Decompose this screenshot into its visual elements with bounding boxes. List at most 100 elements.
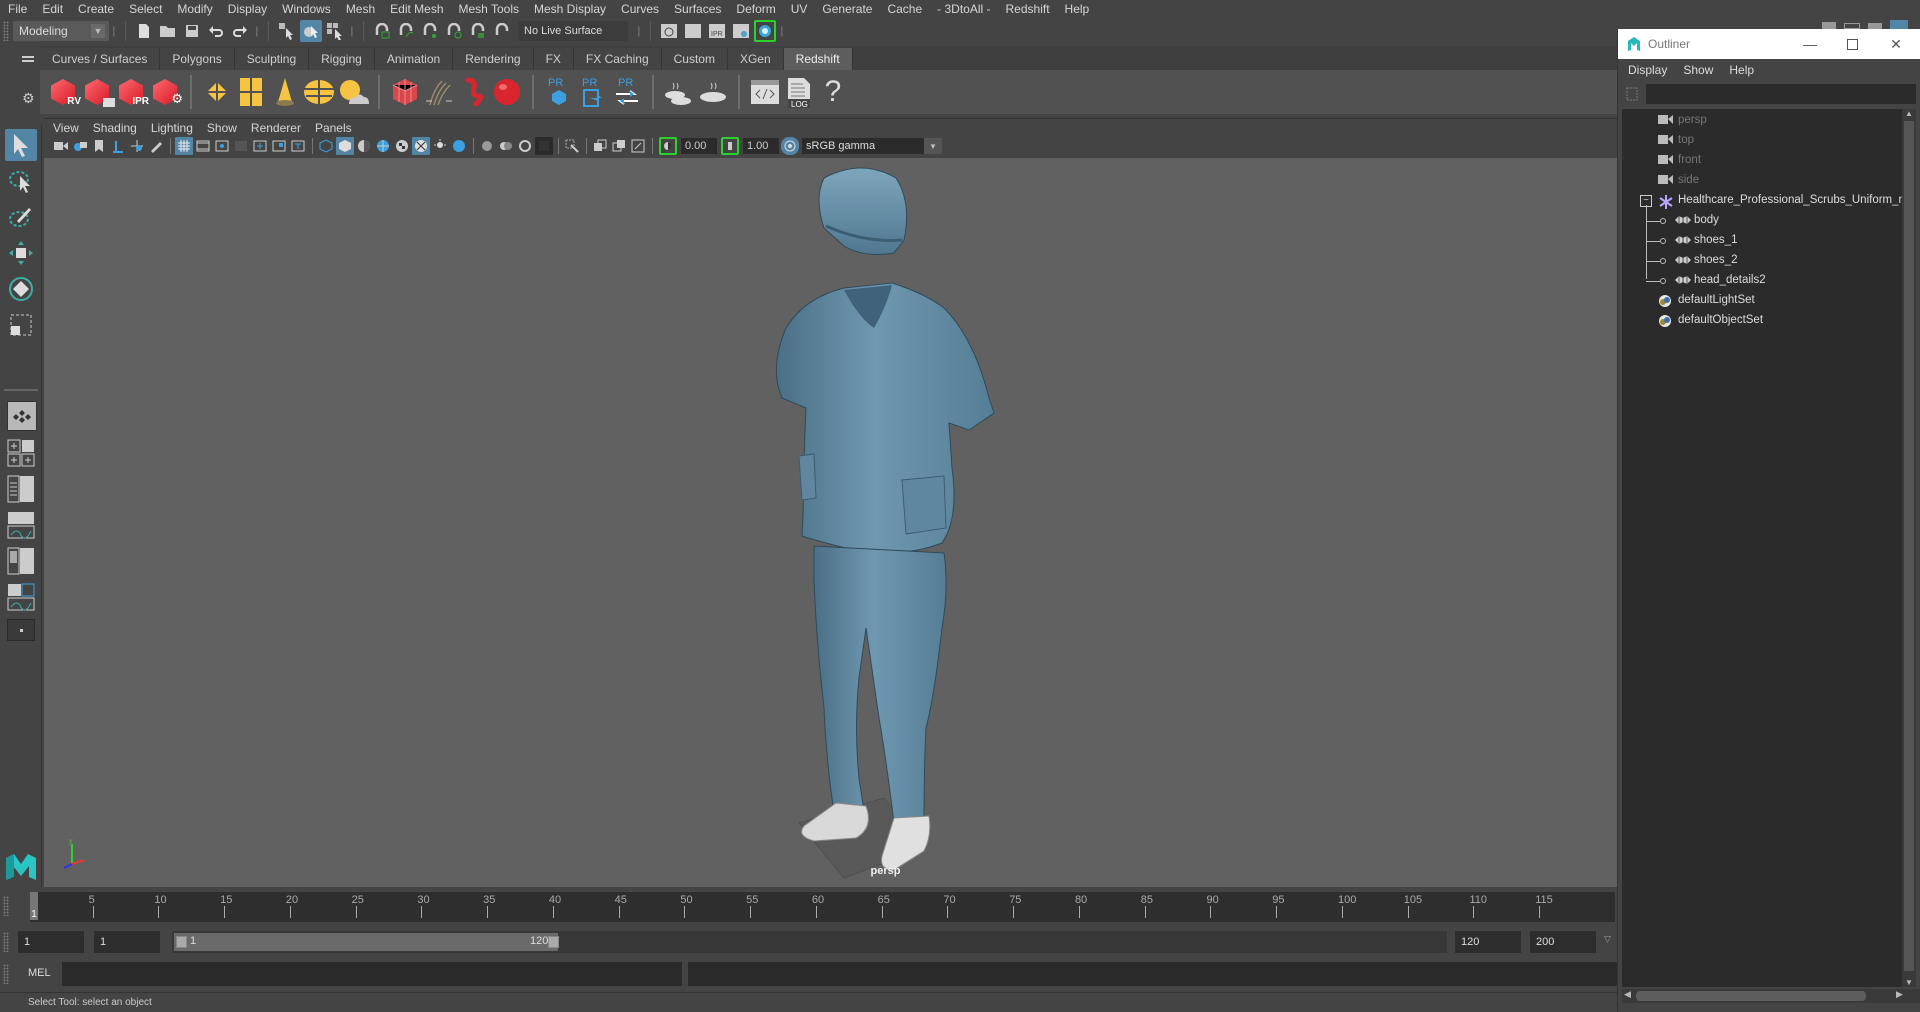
scrollbar-thumb[interactable]: [1904, 121, 1914, 971]
render-frame-button[interactable]: [682, 20, 704, 42]
scroll-left-icon[interactable]: ◀: [1624, 989, 1631, 1000]
render-settings-button[interactable]: [730, 20, 752, 42]
collapse-arrow-icon[interactable]: ❘: [777, 21, 787, 41]
scroll-down-icon[interactable]: ▼: [1905, 978, 1913, 987]
undo-button[interactable]: [205, 20, 227, 42]
select-camera-button[interactable]: [52, 137, 70, 155]
outliner-item-mesh[interactable]: shoes_1: [1622, 231, 1905, 251]
view-transform-dropdown[interactable]: sRGB gamma ▼: [802, 138, 942, 154]
time-ruler[interactable]: 1 5 10 15 20 25 30 35 40 45 50 55 60 65 70 75 80 85 90 95 1…: [30, 892, 1615, 922]
shelf-tab-fx[interactable]: FX: [533, 48, 574, 70]
color-management-button[interactable]: [781, 137, 799, 155]
playback-end-field[interactable]: 120: [1455, 931, 1521, 953]
shelf-dome-light-button[interactable]: [302, 73, 336, 111]
use-all-lights-button[interactable]: [412, 137, 430, 155]
animation-end-field[interactable]: 200: [1530, 931, 1596, 953]
menu-cache[interactable]: Cache: [887, 2, 922, 16]
motion-blur-button[interactable]: [478, 137, 496, 155]
collapse-arrow-icon[interactable]: ❘: [252, 21, 262, 41]
outliner-menu-display[interactable]: Display: [1628, 63, 1667, 77]
menu-file[interactable]: File: [8, 2, 27, 16]
outliner-item-camera[interactable]: persp: [1622, 111, 1905, 131]
outliner-item-camera[interactable]: top: [1622, 131, 1905, 151]
move-tool-button[interactable]: [5, 237, 37, 269]
gate-mask-button[interactable]: [232, 137, 250, 155]
shelf-pr-create-button[interactable]: PR: [542, 73, 576, 111]
snap-projected-center-button[interactable]: [443, 20, 465, 42]
shelf-bake-single-button[interactable]: [696, 73, 730, 111]
save-scene-button[interactable]: [181, 20, 203, 42]
outliner-item-set[interactable]: defaultLightSet: [1622, 291, 1905, 311]
snap-grid-button[interactable]: [371, 20, 393, 42]
xray-joints-button[interactable]: [591, 137, 609, 155]
shelf-tab-animation[interactable]: Animation: [374, 48, 454, 70]
outliner-menu-show[interactable]: Show: [1683, 63, 1713, 77]
custom-layout-button[interactable]: [7, 619, 35, 641]
outliner-horizontal-scrollbar[interactable]: ◀ ▶: [1622, 989, 1920, 1003]
shelf-render-sequence-button[interactable]: [80, 73, 115, 111]
menu-create[interactable]: Create: [78, 2, 114, 16]
perspective-viewport[interactable]: y persp: [44, 158, 1617, 887]
live-surface-field[interactable]: No Live Surface: [518, 21, 628, 41]
snap-view-plane-button[interactable]: [467, 20, 489, 42]
field-chart-button[interactable]: [251, 137, 269, 155]
outliner-item-mesh[interactable]: shoes_2: [1622, 251, 1905, 271]
persp-uv-layout-button[interactable]: [7, 583, 35, 611]
shelf-help-button[interactable]: ?: [816, 73, 850, 111]
scrollbar-thumb[interactable]: [1636, 991, 1866, 1001]
collapse-arrow-icon[interactable]: ❘: [634, 21, 644, 41]
menu-surfaces[interactable]: Surfaces: [674, 2, 721, 16]
shelf-sun-sky-button[interactable]: [336, 73, 370, 111]
menu-mesh[interactable]: Mesh: [346, 2, 375, 16]
menu-help[interactable]: Help: [1065, 2, 1090, 16]
gamma-toggle-button[interactable]: [721, 137, 739, 155]
chevron-down-icon[interactable]: ▽: [1604, 934, 1611, 945]
panel-menu-view[interactable]: View: [53, 121, 79, 135]
shelf-tab-rendering[interactable]: Rendering: [453, 48, 534, 70]
single-perspective-layout-button[interactable]: [7, 401, 37, 431]
shelf-tab-fx-caching[interactable]: FX Caching: [573, 48, 662, 70]
shelf-portal-light-button[interactable]: [234, 73, 268, 111]
select-component-button[interactable]: [324, 20, 346, 42]
outliner-search-input[interactable]: [1646, 84, 1916, 104]
menu-modify[interactable]: Modify: [177, 2, 212, 16]
shelf-settings-gear-icon[interactable]: ⚙: [22, 90, 35, 107]
shelf-log-button[interactable]: LOG: [782, 73, 816, 111]
wireframe-on-shaded-button[interactable]: [374, 137, 392, 155]
shelf-menu-icon[interactable]: [22, 56, 34, 62]
maximize-button[interactable]: [1831, 29, 1873, 59]
outliner-vertical-scrollbar[interactable]: ▲ ▼: [1902, 109, 1916, 987]
outliner-title-bar[interactable]: Outliner — ✕: [1618, 29, 1920, 59]
ambient-occlusion-button[interactable]: [450, 137, 468, 155]
make-live-button[interactable]: [491, 20, 513, 42]
shelf-tab-xgen[interactable]: XGen: [727, 48, 784, 70]
menu-mesh-tools[interactable]: Mesh Tools: [459, 2, 519, 16]
outliner-item-mesh[interactable]: head_details2: [1622, 271, 1905, 291]
paint-select-tool-button[interactable]: [5, 201, 37, 233]
panel-menu-show[interactable]: Show: [207, 121, 237, 135]
open-scene-button[interactable]: [157, 20, 179, 42]
shelf-render-settings-button[interactable]: ⚙: [148, 73, 183, 111]
menu-set-dropdown[interactable]: Modeling ▼: [13, 21, 109, 41]
wireframe-button[interactable]: [317, 137, 335, 155]
range-start-handle[interactable]: [176, 936, 187, 948]
open-render-view-button[interactable]: [658, 20, 680, 42]
exposure-field[interactable]: 0.00: [681, 138, 717, 154]
snap-point-button[interactable]: [419, 20, 441, 42]
close-button[interactable]: ✕: [1875, 29, 1917, 59]
shelf-pr-convert-button[interactable]: PR: [610, 73, 644, 111]
shelf-tab-sculpting[interactable]: Sculpting: [234, 48, 310, 70]
persp-outliner-layout-button[interactable]: [7, 475, 35, 503]
snap-curve-button[interactable]: [395, 20, 417, 42]
range-slider[interactable]: 1 120: [172, 931, 1447, 953]
select-object-button[interactable]: [300, 20, 322, 42]
grip-handle[interactable]: [3, 21, 9, 41]
shadows-button[interactable]: [431, 137, 449, 155]
shelf-spot-light-button[interactable]: [268, 73, 302, 111]
range-end-handle[interactable]: [548, 936, 559, 948]
playback-start-field[interactable]: 1: [94, 931, 160, 953]
shelf-sphere-button[interactable]: [490, 73, 524, 111]
grip-handle[interactable]: [3, 964, 9, 984]
multisample-aa-button[interactable]: [497, 137, 515, 155]
ipr-render-button[interactable]: IPR: [706, 20, 728, 42]
